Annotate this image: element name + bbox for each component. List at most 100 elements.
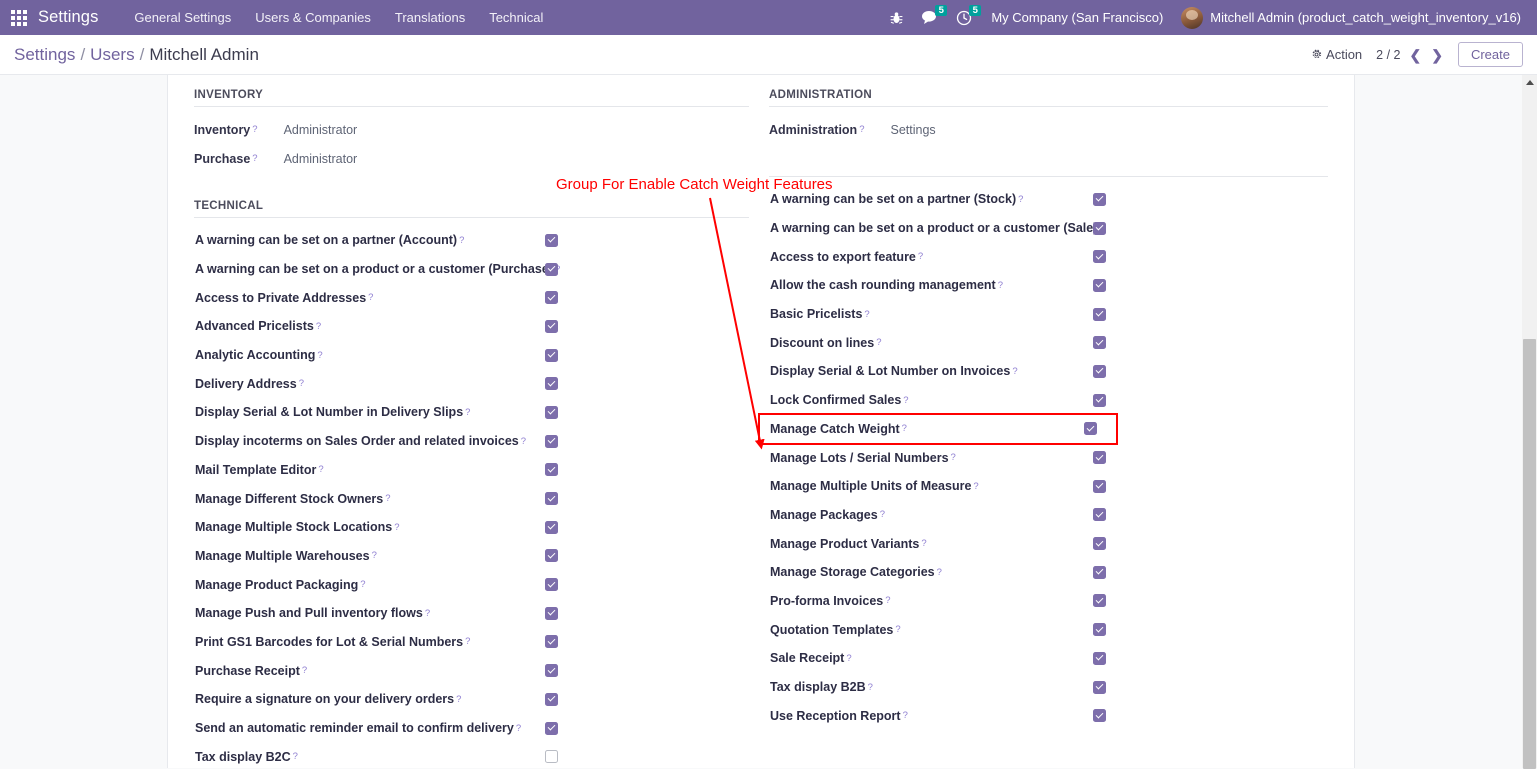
checkbox[interactable]: [545, 320, 558, 333]
checkbox[interactable]: [1093, 566, 1106, 579]
help-icon[interactable]: ?: [368, 292, 373, 303]
help-icon[interactable]: ?: [918, 251, 923, 262]
checkbox[interactable]: [1093, 537, 1106, 550]
help-icon[interactable]: ?: [903, 710, 908, 721]
help-icon[interactable]: ?: [456, 694, 461, 705]
help-icon[interactable]: ?: [316, 321, 321, 332]
field-value-administration[interactable]: Settings: [891, 123, 936, 137]
checkbox[interactable]: [1093, 279, 1106, 292]
checkbox[interactable]: [1093, 709, 1106, 722]
checkbox[interactable]: [545, 377, 558, 390]
create-button[interactable]: Create: [1458, 42, 1523, 67]
checkbox[interactable]: [1093, 451, 1106, 464]
checkbox[interactable]: [1093, 681, 1106, 694]
help-icon[interactable]: ?: [864, 309, 869, 320]
user-menu[interactable]: Mitchell Admin (product_catch_weight_inv…: [1173, 3, 1527, 33]
menu-general-settings[interactable]: General Settings: [122, 2, 243, 33]
help-icon[interactable]: ?: [465, 636, 470, 647]
checkbox[interactable]: [1093, 594, 1106, 607]
help-icon[interactable]: ?: [459, 235, 464, 246]
checkbox[interactable]: [545, 607, 558, 620]
checkbox[interactable]: [545, 635, 558, 648]
help-icon[interactable]: ?: [521, 436, 526, 447]
help-icon[interactable]: ?: [465, 407, 470, 418]
vertical-scrollbar[interactable]: [1522, 75, 1537, 768]
apps-grid-icon[interactable]: [8, 7, 30, 29]
checkbox[interactable]: [1093, 308, 1106, 321]
bug-icon[interactable]: [881, 5, 912, 31]
help-icon[interactable]: ?: [394, 522, 399, 533]
menu-translations[interactable]: Translations: [383, 2, 477, 33]
checkbox[interactable]: [545, 463, 558, 476]
checkbox[interactable]: [1093, 365, 1106, 378]
breadcrumb-users[interactable]: Users: [90, 45, 134, 65]
menu-technical[interactable]: Technical: [477, 2, 555, 33]
checkbox[interactable]: [1093, 250, 1106, 263]
checkbox[interactable]: [1093, 508, 1106, 521]
help-icon[interactable]: ?: [868, 682, 873, 693]
checkbox[interactable]: [545, 693, 558, 706]
help-icon[interactable]: ?: [880, 509, 885, 520]
help-icon[interactable]: ?: [293, 751, 298, 762]
checkbox[interactable]: [1093, 394, 1106, 407]
pager-previous-icon[interactable]: ❮: [1409, 48, 1423, 62]
help-icon[interactable]: ?: [1012, 366, 1017, 377]
checkbox-manage-catch-weight[interactable]: [1084, 422, 1097, 435]
app-brand[interactable]: Settings: [38, 8, 98, 27]
checkbox[interactable]: [1093, 336, 1106, 349]
help-icon[interactable]: ?: [425, 608, 430, 619]
checkbox[interactable]: [545, 549, 558, 562]
checkbox[interactable]: [545, 349, 558, 362]
checkbox[interactable]: [545, 435, 558, 448]
action-button[interactable]: Action: [1311, 47, 1362, 62]
checkbox[interactable]: [1093, 222, 1106, 235]
checkbox[interactable]: [545, 578, 558, 591]
help-icon[interactable]: ?: [921, 538, 926, 549]
checkbox[interactable]: [545, 722, 558, 735]
help-icon[interactable]: ?: [859, 124, 864, 135]
help-icon[interactable]: ?: [903, 395, 908, 406]
help-icon[interactable]: ?: [902, 423, 907, 434]
help-icon[interactable]: ?: [951, 452, 956, 463]
help-icon[interactable]: ?: [895, 624, 900, 635]
help-icon[interactable]: ?: [937, 567, 942, 578]
checkbox[interactable]: [545, 263, 558, 276]
breadcrumb-settings[interactable]: Settings: [14, 45, 75, 65]
checkbox[interactable]: [1093, 623, 1106, 636]
checkbox[interactable]: [545, 521, 558, 534]
help-icon[interactable]: ?: [317, 350, 322, 361]
pager-next-icon[interactable]: ❯: [1430, 48, 1444, 62]
help-icon[interactable]: ?: [318, 464, 323, 475]
field-value-inventory[interactable]: Administrator: [284, 123, 358, 137]
help-icon[interactable]: ?: [885, 595, 890, 606]
help-icon[interactable]: ?: [372, 550, 377, 561]
help-icon[interactable]: ?: [998, 280, 1003, 291]
help-icon[interactable]: ?: [252, 124, 257, 135]
checkbox[interactable]: [545, 291, 558, 304]
messaging-icon[interactable]: 5: [912, 4, 947, 31]
checkbox[interactable]: [545, 234, 558, 247]
menu-users-companies[interactable]: Users & Companies: [243, 2, 383, 33]
field-value-purchase[interactable]: Administrator: [284, 152, 358, 166]
help-icon[interactable]: ?: [973, 481, 978, 492]
vertical-scroll-thumb[interactable]: [1523, 339, 1536, 769]
help-icon[interactable]: ?: [252, 153, 257, 164]
help-icon[interactable]: ?: [302, 665, 307, 676]
activities-clock-icon[interactable]: 5: [947, 4, 981, 32]
help-icon[interactable]: ?: [846, 653, 851, 664]
company-switcher[interactable]: My Company (San Francisco): [981, 4, 1173, 31]
checkbox[interactable]: [545, 406, 558, 419]
help-icon[interactable]: ?: [876, 337, 881, 348]
help-icon[interactable]: ?: [360, 579, 365, 590]
checkbox[interactable]: [1093, 652, 1106, 665]
help-icon[interactable]: ?: [299, 378, 304, 389]
help-icon[interactable]: ?: [516, 723, 521, 734]
checkbox[interactable]: [1093, 480, 1106, 493]
checkbox[interactable]: [545, 750, 558, 763]
caret-up-icon[interactable]: [1522, 75, 1537, 90]
checkbox[interactable]: [545, 492, 558, 505]
checkbox[interactable]: [1093, 193, 1106, 206]
help-icon[interactable]: ?: [385, 493, 390, 504]
help-icon[interactable]: ?: [1018, 194, 1023, 205]
checkbox[interactable]: [545, 664, 558, 677]
